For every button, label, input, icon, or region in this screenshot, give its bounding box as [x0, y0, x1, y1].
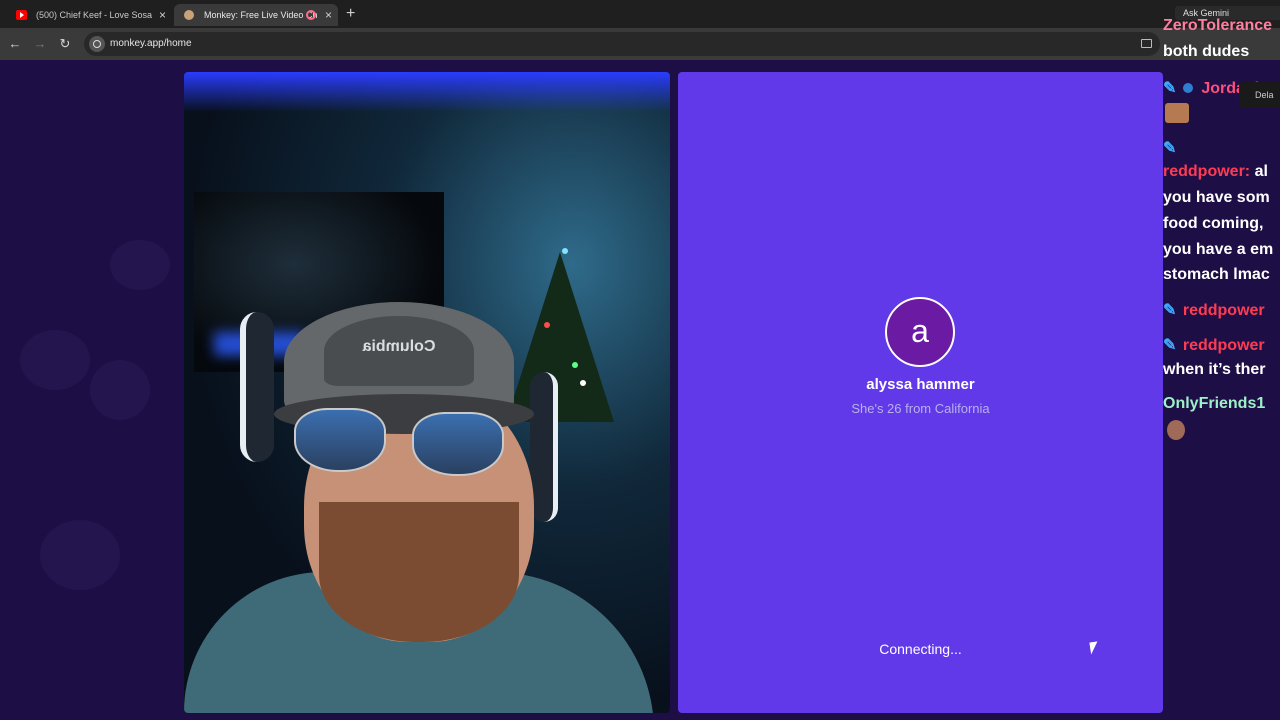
peer-name: alyssa hammer [866, 376, 975, 393]
peer-avatar: a [885, 297, 955, 367]
tree-light [572, 362, 578, 368]
peer-video-panel: a alyssa hammer She's 26 from California… [678, 72, 1163, 713]
sunglasses-lens-right [412, 412, 504, 476]
emote-image [1165, 103, 1189, 123]
tab-monkey[interactable]: Monkey: Free Live Video Ch × [174, 4, 338, 26]
address-bar[interactable]: monkey.app/home [84, 32, 1160, 56]
chat-username: reddpower [1182, 302, 1265, 319]
chat-message: when it’s ther [1163, 361, 1266, 378]
background-blob [110, 240, 170, 290]
peer-info: She's 26 from California [851, 401, 990, 416]
chat-line: ✎ reddpower [1163, 335, 1265, 355]
new-tab-button[interactable]: + [346, 4, 360, 24]
tab-youtube[interactable]: (500) Chief Keef - Love Sosa [Ly × [6, 4, 172, 26]
mouse-cursor-icon [1089, 641, 1099, 651]
tab-strip: (500) Chief Keef - Love Sosa [Ly × Monke… [0, 0, 1280, 28]
site-info-icon[interactable] [89, 36, 105, 52]
emote-image [1167, 420, 1185, 440]
stream-chat-overlay: Ask Gemini ZeroTolerance both dudes ✎ Jo… [1163, 0, 1280, 720]
chat-message: you have som [1163, 189, 1270, 206]
background-blob [40, 520, 120, 590]
tree-light [580, 380, 586, 386]
monkey-page: Columbia a alyssa hammer She's 26 from C… [0, 60, 1280, 720]
reload-button[interactable]: ↻ [56, 35, 74, 53]
moderator-pen-icon: ✎ [1163, 337, 1177, 354]
cap-logo: Columbia [362, 338, 436, 355]
chat-message: you have a em [1163, 241, 1274, 258]
monkey-favicon [184, 10, 194, 20]
background-blob [20, 330, 90, 390]
forward-button[interactable]: → [31, 35, 49, 53]
tab-title: (500) Chief Keef - Love Sosa [Ly [36, 10, 154, 20]
back-button[interactable]: ← [6, 35, 24, 53]
background-blob [90, 360, 150, 420]
tree-light [544, 322, 550, 328]
cast-icon[interactable] [1141, 39, 1152, 48]
sunglasses-lens-left [294, 408, 386, 472]
chat-message: both dudes [1163, 43, 1250, 60]
badge-icon [1182, 83, 1193, 93]
headphone-right [530, 372, 558, 522]
browser-window: (500) Chief Keef - Love Sosa [Ly × Monke… [0, 0, 1280, 720]
chat-line: ✎ [1163, 138, 1178, 158]
close-tab-icon[interactable]: × [325, 4, 332, 26]
chat-message: food coming, [1163, 215, 1264, 232]
tab-title: Monkey: Free Live Video Ch [204, 10, 318, 20]
chat-line: reddpower: al [1163, 163, 1268, 181]
chat-username: reddpower: [1163, 163, 1251, 180]
christmas-tree [506, 252, 614, 422]
chat-line: ✎ reddpower [1163, 300, 1265, 320]
moderator-pen-icon: ✎ [1163, 80, 1177, 97]
url-text: monkey.app/home [110, 38, 192, 49]
chat-username: reddpower [1182, 337, 1265, 354]
chat-message: stomach lmac [1163, 266, 1270, 283]
chat-username: ZeroTolerance [1163, 17, 1273, 34]
tree-light [562, 248, 568, 254]
self-video-feed: Columbia [184, 72, 670, 713]
chat-username: OnlyFriends1 [1163, 395, 1266, 412]
moderator-pen-icon: ✎ [1163, 302, 1177, 319]
chat-message: al [1254, 163, 1268, 180]
person-beard [319, 502, 519, 642]
moderator-pen-icon: ✎ [1163, 140, 1177, 157]
blue-glow [184, 72, 670, 112]
youtube-icon [16, 10, 27, 20]
browser-toolbar: ← → ↻ monkey.app/home [0, 28, 1280, 60]
tooltip: Dela [1239, 82, 1280, 108]
headphone-left [240, 312, 274, 462]
recording-icon [306, 10, 316, 20]
close-tab-icon[interactable]: × [159, 4, 166, 26]
